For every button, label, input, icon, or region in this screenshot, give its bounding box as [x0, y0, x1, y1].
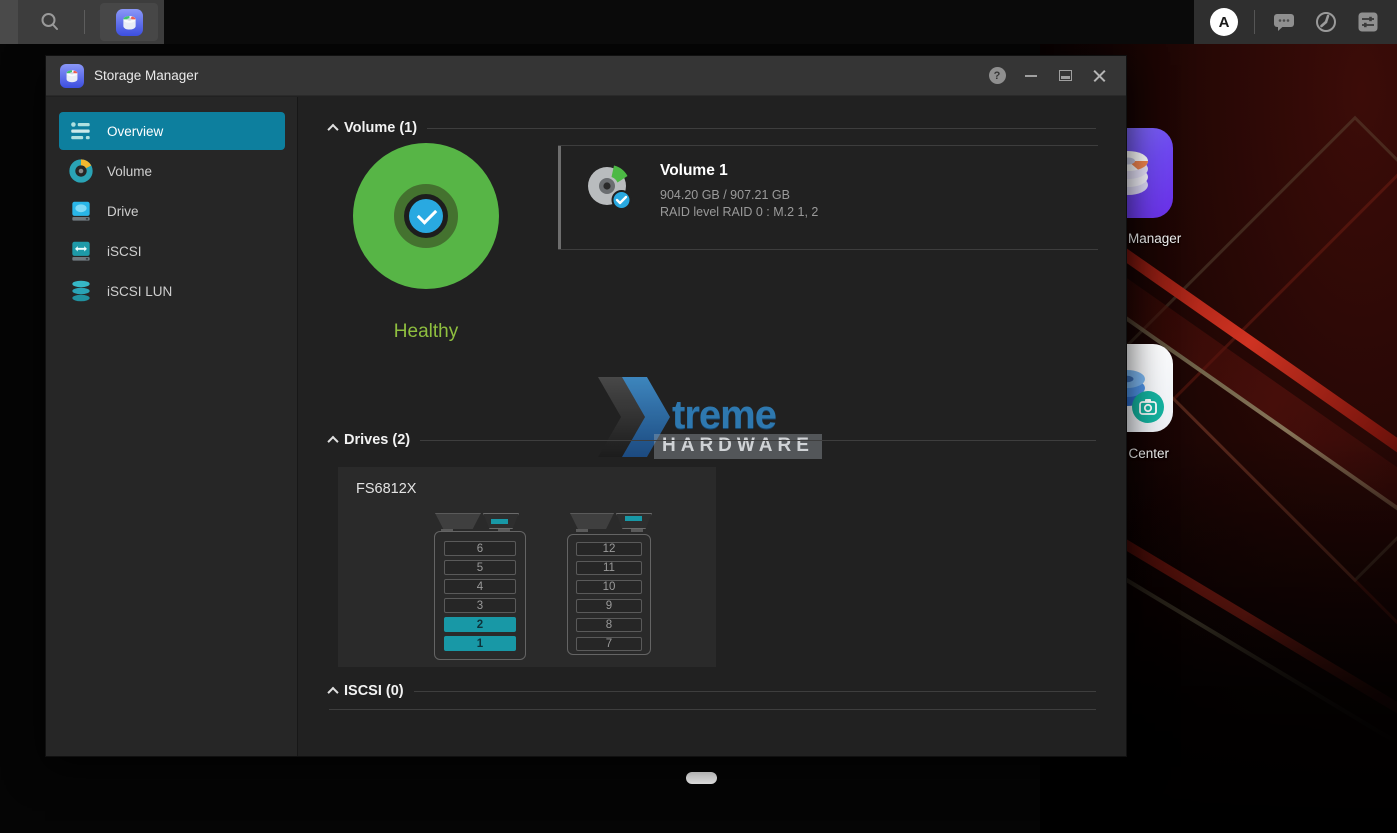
help-button[interactable]: ?: [984, 63, 1010, 89]
taskbar-storage-manager-button[interactable]: [100, 3, 158, 41]
minimize-button[interactable]: [1018, 63, 1044, 89]
search-button[interactable]: [34, 7, 66, 37]
drive-tower-1: 6 5 4 3 2 1: [434, 531, 526, 660]
iscsi-lun-disks-icon: [68, 278, 94, 304]
camera-badge-icon: [1131, 390, 1165, 424]
sidebar-item-label: Overview: [107, 124, 163, 139]
storage-manager-window: Storage Manager ? Ov: [45, 55, 1127, 757]
window-title: Storage Manager: [94, 68, 198, 83]
window-controls: ?: [984, 63, 1112, 89]
preferences-button[interactable]: [1355, 9, 1381, 35]
drive-icon: [68, 198, 94, 224]
drive-bay-6[interactable]: 6: [444, 541, 516, 556]
section-title: Drives (2): [344, 432, 410, 448]
xtreme-hardware-watermark: treme HARDWARE: [598, 377, 813, 463]
top-bar-divider: [1254, 10, 1255, 34]
volume-capacity: 904.20 GB / 907.21 GB: [660, 188, 790, 202]
system-top-bar: A: [0, 0, 1397, 44]
maximize-button[interactable]: [1052, 63, 1078, 89]
search-icon: [39, 11, 61, 33]
enclosure-foot: [631, 529, 643, 532]
close-icon: [1093, 69, 1106, 82]
section-header-drives: Drives (2): [329, 431, 1096, 449]
enclosure-foot: [576, 529, 588, 532]
chat-bubble-icon: [1272, 10, 1296, 34]
enclosure-teal-indicator: [625, 516, 642, 521]
sidebar-item-drive[interactable]: Drive: [59, 192, 285, 230]
desktop-icon-label[interactable]: Manager: [1128, 231, 1181, 246]
sliders-icon: [1356, 10, 1380, 34]
enclosure-teal-indicator: [491, 519, 508, 524]
sidebar-item-label: iSCSI: [107, 244, 142, 259]
drive-bay-7[interactable]: 7: [576, 637, 642, 651]
sidebar-item-overview[interactable]: Overview: [59, 112, 285, 150]
section-header-iscsi: ISCSI (0): [329, 682, 1096, 700]
sidebar-item-label: iSCSI LUN: [107, 284, 172, 299]
section-rule: [420, 440, 1096, 441]
iscsi-icon: [68, 238, 94, 264]
enclosure-top-icon: [435, 513, 481, 529]
section-rule: [414, 691, 1096, 692]
question-icon: ?: [989, 67, 1006, 84]
sidebar-item-label: Drive: [107, 204, 139, 219]
drive-bay-11[interactable]: 11: [576, 561, 642, 575]
sidebar-item-volume[interactable]: Volume: [59, 152, 285, 190]
volume-card[interactable]: Volume 1 904.20 GB / 907.21 GB RAID leve…: [558, 145, 1098, 250]
drive-tower-2: 12 11 10 9 8 7: [567, 534, 651, 655]
desktop-icon-label[interactable]: t Center: [1121, 446, 1169, 461]
volume-donut-icon: [68, 158, 94, 184]
sidebar-item-iscsi[interactable]: iSCSI: [59, 232, 285, 270]
drive-bay-12[interactable]: 12: [576, 542, 642, 556]
section-title: ISCSI (0): [344, 683, 404, 699]
sidebar: Overview Volume: [46, 97, 298, 756]
device-model-label: FS6812X: [356, 481, 416, 497]
system-monitor-button[interactable]: [1313, 9, 1339, 35]
drive-bay-8[interactable]: 8: [576, 618, 642, 632]
volume-raid-info: RAID level RAID 0 : M.2 1, 2: [660, 205, 818, 219]
window-titlebar[interactable]: Storage Manager ?: [46, 56, 1126, 96]
drive-bay-2[interactable]: 2: [444, 617, 516, 632]
drive-bay-10[interactable]: 10: [576, 580, 642, 594]
top-bar-stub: [0, 0, 18, 44]
overview-list-icon: [68, 118, 94, 144]
top-bar-left-group: [0, 0, 164, 44]
volume-disk-icon: [585, 163, 635, 213]
section-rule: [427, 128, 1096, 129]
desktop-screen: Manager t Center: [0, 0, 1397, 833]
notifications-button[interactable]: [1271, 9, 1297, 35]
drive-bay-3[interactable]: 3: [444, 598, 516, 613]
collapse-chevron-icon[interactable]: [327, 124, 338, 135]
volume-name: Volume 1: [660, 162, 728, 180]
wallpaper-chevron-frame: [1172, 166, 1397, 633]
overview-content: Volume (1) Healthy: [298, 97, 1126, 756]
drive-bay-1[interactable]: 1: [444, 636, 516, 651]
drive-bay-9[interactable]: 9: [576, 599, 642, 613]
volume-health-donut: [353, 143, 499, 289]
collapse-chevron-icon[interactable]: [327, 687, 338, 698]
storage-manager-icon: [116, 9, 143, 36]
drive-bay-5[interactable]: 5: [444, 560, 516, 575]
sidebar-item-iscsi-lun[interactable]: iSCSI LUN: [59, 272, 285, 310]
gauge-icon: [1314, 10, 1338, 34]
check-icon: [409, 199, 443, 233]
maximize-icon: [1059, 70, 1072, 81]
top-bar-divider: [84, 10, 85, 34]
user-avatar[interactable]: A: [1210, 8, 1238, 36]
enclosure-top-icon: [570, 513, 614, 529]
drive-bay-4[interactable]: 4: [444, 579, 516, 594]
section-header-volume: Volume (1): [329, 119, 1096, 137]
enclosure-panel: FS6812X 6 5: [338, 467, 716, 667]
iscsi-section-rule: [329, 709, 1096, 710]
close-button[interactable]: [1086, 63, 1112, 89]
top-bar-right-group: A: [1194, 0, 1397, 44]
storage-manager-icon: [60, 64, 84, 88]
taskbar-home-pill[interactable]: [686, 772, 717, 784]
sidebar-item-label: Volume: [107, 164, 152, 179]
volume-status-label: Healthy: [353, 321, 499, 343]
section-title: Volume (1): [344, 120, 417, 136]
minimize-icon: [1025, 75, 1037, 77]
collapse-chevron-icon[interactable]: [327, 436, 338, 447]
